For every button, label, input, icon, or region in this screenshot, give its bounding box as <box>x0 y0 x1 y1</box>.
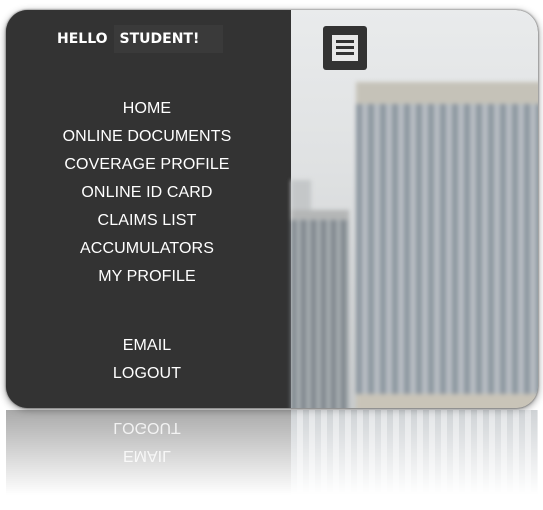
nav-item-coverage-profile[interactable]: COVERAGE PROFILE <box>6 151 288 179</box>
nav-item-email[interactable]: EMAIL <box>6 332 288 360</box>
greeting-hello: HELLO <box>57 31 108 47</box>
nav-item-accumulators[interactable]: ACCUMULATORS <box>6 235 288 263</box>
hamburger-menu-icon[interactable] <box>323 26 367 70</box>
nav-item-online-id-card[interactable]: ONLINE ID CARD <box>6 179 288 207</box>
nav-item-claims-list[interactable]: CLAIMS LIST <box>6 207 288 235</box>
greeting: HELLO STUDENT! <box>57 24 224 54</box>
nav-item-logout[interactable]: LOGOUT <box>6 360 288 388</box>
card-reflection: LOGOUT EMAIL <box>6 410 538 510</box>
background-photo <box>291 10 538 408</box>
reflection-email: EMAIL <box>122 447 171 464</box>
app-window: HELLO STUDENT! HOME ONLINE DOCUMENTS COV… <box>6 10 538 408</box>
nav-item-my-profile[interactable]: MY PROFILE <box>6 263 288 291</box>
reflection-logout: LOGOUT <box>113 419 181 436</box>
nav-item-online-documents[interactable]: ONLINE DOCUMENTS <box>6 123 288 151</box>
main-nav: HOME ONLINE DOCUMENTS COVERAGE PROFILE O… <box>6 95 288 291</box>
secondary-nav: EMAIL LOGOUT <box>6 332 288 388</box>
greeting-user: STUDENT! <box>113 25 224 53</box>
nav-item-home[interactable]: HOME <box>6 95 288 123</box>
side-menu: HELLO STUDENT! HOME ONLINE DOCUMENTS COV… <box>6 10 291 408</box>
